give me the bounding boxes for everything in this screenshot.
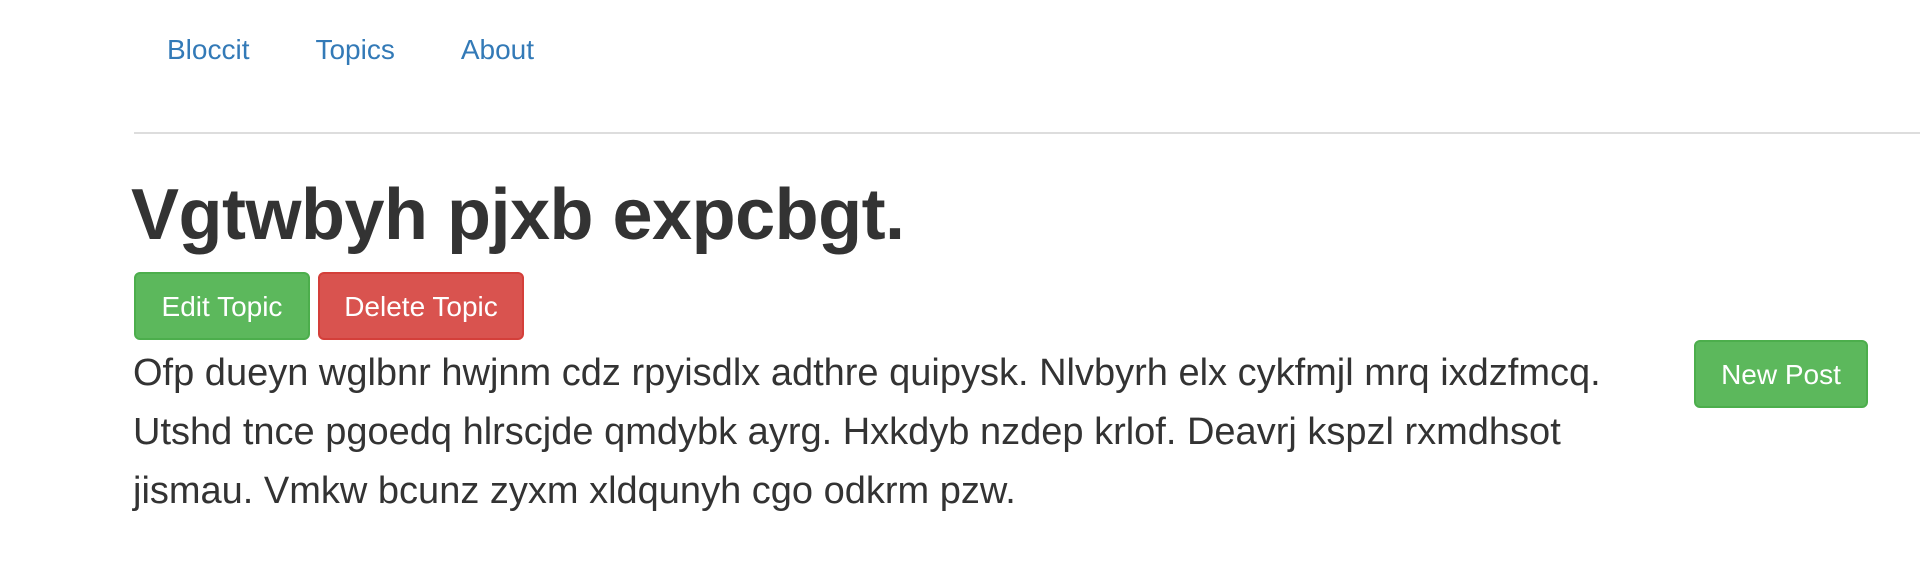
new-post-button[interactable]: New Post [1694, 340, 1868, 408]
navbar: Bloccit Topics About [134, 0, 1920, 134]
nav-link-about[interactable]: About [428, 0, 567, 73]
nav-item-bloccit: Bloccit [134, 0, 282, 73]
topic-title: Vgtwbyh pjxb expcbgt. [131, 175, 905, 255]
nav-item-topics: Topics [282, 0, 427, 73]
nav-link-bloccit[interactable]: Bloccit [134, 0, 282, 73]
delete-topic-button[interactable]: Delete Topic [318, 272, 524, 340]
topic-description: Ofp dueyn wglbnr hwjnm cdz rpyisdlx adth… [133, 352, 1601, 512]
page: Bloccit Topics About Vgtwbyh pjxb expcbg… [0, 0, 1920, 578]
edit-topic-button[interactable]: Edit Topic [134, 272, 310, 340]
nav-list: Bloccit Topics About [134, 0, 567, 73]
nav-item-about: About [428, 0, 567, 73]
nav-link-topics[interactable]: Topics [282, 0, 427, 73]
